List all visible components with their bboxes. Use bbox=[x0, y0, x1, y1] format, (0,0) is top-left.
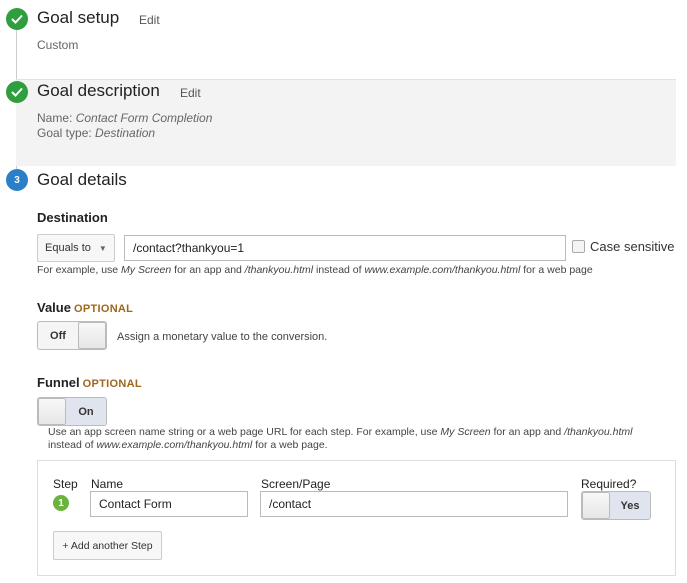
value-label-text: Value bbox=[37, 300, 71, 315]
column-header-name: Name bbox=[91, 477, 124, 491]
step-screen-input[interactable]: /contact bbox=[260, 491, 568, 517]
toggle-state-label: On bbox=[66, 398, 106, 425]
case-sensitive-checkbox[interactable] bbox=[572, 240, 585, 253]
goal-type-label: Goal type: bbox=[37, 126, 92, 140]
step-number-badge: 3 bbox=[6, 169, 28, 191]
funnel-toggle[interactable]: On bbox=[37, 397, 107, 426]
step-screen-value: /contact bbox=[269, 497, 312, 511]
destination-label: Destination bbox=[37, 210, 108, 225]
toggle-knob bbox=[78, 322, 106, 349]
goal-setup-edit-link[interactable]: Edit bbox=[139, 13, 160, 27]
hint-text: My Screen bbox=[440, 426, 491, 438]
column-header-step: Step bbox=[53, 477, 78, 491]
check-icon bbox=[6, 81, 28, 103]
case-sensitive-label: Case sensitive bbox=[590, 239, 675, 254]
goal-setup-summary: Custom bbox=[37, 38, 79, 52]
destination-input-value: /contact?thankyou=1 bbox=[133, 241, 245, 255]
goal-type-line: Goal type: Destination bbox=[37, 126, 155, 140]
goal-description-edit-link[interactable]: Edit bbox=[180, 86, 201, 100]
toggle-knob bbox=[582, 492, 610, 519]
column-header-screen: Screen/Page bbox=[261, 477, 331, 491]
destination-hint: For example, use My Screen for an app an… bbox=[37, 264, 593, 277]
hint-text: for an app and bbox=[171, 264, 245, 276]
goal-name-line: Name: Contact Form Completion bbox=[37, 111, 212, 125]
optional-tag: OPTIONAL bbox=[82, 378, 142, 390]
add-another-step-button[interactable]: + Add another Step bbox=[53, 531, 162, 560]
goal-setup-title: Goal setup bbox=[37, 8, 120, 27]
goal-type-value: Destination bbox=[95, 126, 156, 140]
hint-text: for a web page bbox=[520, 264, 593, 276]
match-type-value: Equals to bbox=[45, 242, 91, 254]
hint-text: /thankyou.html bbox=[244, 264, 314, 276]
funnel-label-text: Funnel bbox=[37, 375, 80, 390]
step-name-value: Contact Form bbox=[99, 497, 172, 511]
goal-details-title: Goal details bbox=[37, 170, 127, 189]
chevron-down-icon: ▼ bbox=[98, 243, 107, 253]
goal-description-title: Goal description bbox=[37, 81, 160, 100]
hint-text: instead of bbox=[48, 439, 97, 451]
hint-text: /thankyou.html bbox=[564, 426, 633, 438]
value-description: Assign a monetary value to the conversio… bbox=[117, 331, 328, 343]
column-header-required: Required? bbox=[581, 477, 637, 491]
step-required-toggle[interactable]: Yes bbox=[581, 491, 651, 520]
step-name-input[interactable]: Contact Form bbox=[90, 491, 248, 517]
step-number-badge: 1 bbox=[53, 495, 69, 511]
value-toggle[interactable]: Off bbox=[37, 321, 107, 350]
toggle-state-label: Yes bbox=[610, 492, 650, 519]
hint-text: Use an app screen name string or a web p… bbox=[48, 426, 441, 438]
destination-input[interactable]: /contact?thankyou=1 bbox=[124, 235, 566, 261]
match-type-dropdown[interactable]: Equals to ▼ bbox=[37, 234, 115, 262]
funnel-label: Funnel OPTIONAL bbox=[37, 375, 142, 390]
funnel-hint: Use an app screen name string or a web p… bbox=[48, 426, 632, 452]
value-label: Value OPTIONAL bbox=[37, 300, 133, 315]
hint-text: My Screen bbox=[121, 264, 172, 276]
hint-text: for an app and bbox=[490, 426, 565, 438]
hint-text: www.example.com/thankyou.html bbox=[364, 264, 521, 276]
goal-name-value: Contact Form Completion bbox=[75, 111, 213, 125]
check-icon bbox=[6, 8, 28, 30]
goal-name-label: Name: bbox=[37, 111, 73, 125]
toggle-knob bbox=[38, 398, 66, 425]
hint-text: instead of bbox=[313, 264, 365, 276]
toggle-state-label: Off bbox=[50, 329, 66, 342]
optional-tag: OPTIONAL bbox=[73, 303, 134, 315]
hint-text: www.example.com/thankyou.html bbox=[96, 439, 253, 451]
hint-text: For example, use bbox=[37, 264, 122, 276]
hint-text: for a web page. bbox=[252, 439, 328, 451]
